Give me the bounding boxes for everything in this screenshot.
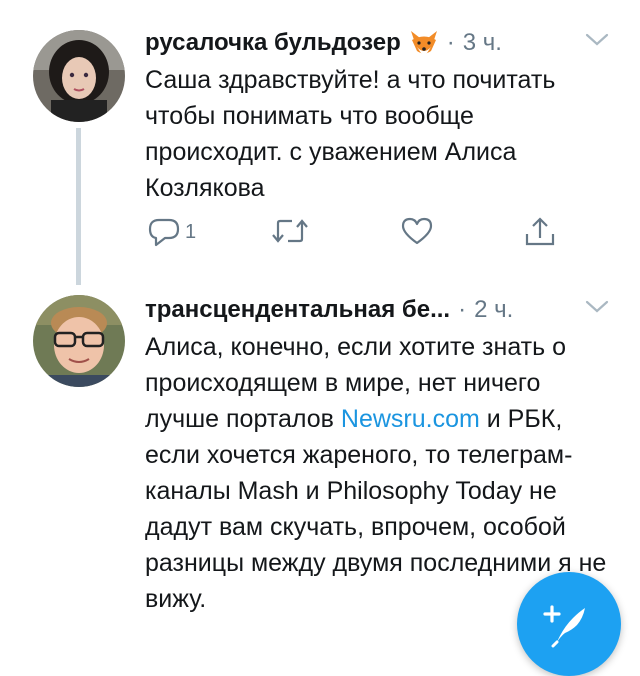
share-button[interactable]: [523, 216, 557, 248]
tweet-text: Алиса, конечно, если хотите знать о прои…: [145, 329, 610, 617]
author-name[interactable]: русалочка бульдозер: [145, 29, 401, 57]
avatar[interactable]: [33, 30, 125, 122]
compose-feather-icon: [539, 598, 589, 653]
newsru-link[interactable]: Newsru.com: [341, 405, 480, 433]
tweet[interactable]: русалочка бульдозер · 3 ч. Саша здравств…: [0, 0, 640, 285]
thread-line: [76, 128, 81, 285]
author-name[interactable]: трансцендентальная бе...: [145, 296, 450, 324]
compose-button[interactable]: [517, 572, 621, 676]
tweet-time[interactable]: 3 ч.: [463, 29, 502, 57]
retweet-icon: [270, 216, 310, 246]
reply-count: 1: [185, 220, 197, 243]
chevron-down-icon[interactable]: [584, 297, 610, 317]
tweet-text: Саша здравствуйте! а что почитать чтобы …: [145, 66, 556, 202]
like-button[interactable]: [400, 216, 434, 246]
separator-dot: ·: [446, 29, 455, 56]
share-icon: [523, 216, 557, 248]
tweet-time[interactable]: 2 ч.: [474, 296, 513, 324]
chevron-down-icon[interactable]: [584, 30, 610, 50]
avatar[interactable]: [33, 295, 125, 387]
separator-dot: ·: [458, 296, 467, 323]
tweet-actions: 1: [145, 216, 565, 256]
fox-face-icon: [409, 29, 439, 57]
reply-button[interactable]: 1: [147, 216, 196, 248]
heart-icon: [400, 216, 434, 246]
retweet-button[interactable]: [270, 216, 310, 246]
tweet-header: трансцендентальная бе... · 2 ч.: [145, 293, 610, 327]
tweet-content: русалочка бульдозер · 3 ч. Саша здравств…: [145, 26, 610, 247]
tweet-content: трансцендентальная бе... · 2 ч. Алиса, к…: [145, 293, 610, 617]
reply-icon: [147, 216, 181, 248]
tweet-header: русалочка бульдозер · 3 ч.: [145, 26, 610, 60]
